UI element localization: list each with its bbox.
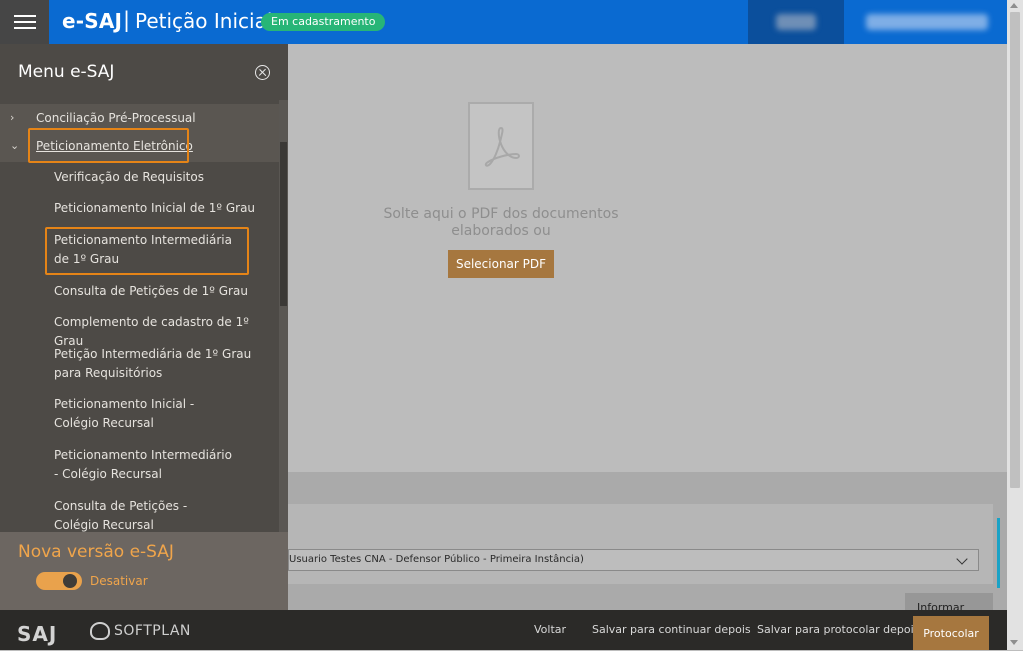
menu-list: › Conciliação Pré-Processual ⌄ Peticiona… xyxy=(0,100,279,532)
softplan-mark-icon xyxy=(90,622,110,640)
hamburger-icon-line xyxy=(13,15,36,17)
new-version-toggle[interactable] xyxy=(36,572,82,590)
user-select[interactable]: Usuario Testes CNA - Defensor Público - … xyxy=(288,549,979,571)
party-card: Usuario Testes CNA - Defensor Público - … xyxy=(288,504,993,584)
hamburger-icon-line xyxy=(13,21,36,23)
pdf-file-icon xyxy=(468,102,534,190)
page-title: Petição Inicial xyxy=(135,9,273,33)
sidebar-item-label: Conciliação Pré-Processual xyxy=(36,111,196,125)
chevron-down-icon xyxy=(956,553,968,565)
sidebar-item-peticionamento-intermediario-colegio[interactable]: Peticionamento Intermediário - Colégio R… xyxy=(0,446,279,486)
close-icon[interactable] xyxy=(255,65,270,80)
user-select-value: Usuario Testes CNA - Defensor Público - … xyxy=(289,554,584,565)
voltar-button[interactable]: Voltar xyxy=(534,610,566,650)
sidebar-item-label: Petição Intermediária de 1º Grau para Re… xyxy=(54,347,252,380)
scroll-down-arrow-icon[interactable] xyxy=(1010,640,1018,645)
sidebar-item-label: Consulta de Petições - Colégio Recursal xyxy=(54,499,188,532)
chevron-right-icon: › xyxy=(10,111,15,124)
sidebar-item-label: Peticionamento Intermediário - Colégio R… xyxy=(54,448,232,481)
toggle-label[interactable]: Desativar xyxy=(90,574,148,588)
highlight-box xyxy=(28,128,189,163)
main-content: Solte aqui o PDF dos documentos elaborad… xyxy=(288,44,1007,613)
brand-logo[interactable]: e-SAJ xyxy=(62,9,122,33)
page-scrollbar-thumb[interactable] xyxy=(1010,12,1020,488)
salvar-continuar-button[interactable]: Salvar para continuar depois xyxy=(592,610,751,650)
sidebar-item-peticao-requisitorios[interactable]: Petição Intermediária de 1º Grau para Re… xyxy=(0,345,279,385)
sidebar-item-consulta-peticoes-colegio[interactable]: Consulta de Petições - Colégio Recursal xyxy=(0,497,279,532)
softplan-logo: SOFTPLAN xyxy=(90,622,191,640)
hamburger-icon-line xyxy=(13,27,36,29)
blurred-user-menu[interactable] xyxy=(848,0,1007,44)
blurred-text xyxy=(866,14,988,30)
protocolar-button[interactable]: Protocolar xyxy=(913,616,989,650)
highlight-box xyxy=(45,227,249,275)
sidebar-scrollbar-thumb[interactable] xyxy=(280,142,287,306)
footer-bar: SAJ SOFTPLAN Voltar Salvar para continua… xyxy=(0,610,1007,650)
saj-logo: SAJ xyxy=(17,622,58,646)
blurred-header-button[interactable] xyxy=(748,0,844,44)
sidebar-menu: Menu e-SAJ › Conciliação Pré-Processual … xyxy=(0,44,288,610)
sidebar-title: Menu e-SAJ xyxy=(18,62,115,82)
title-separator: | xyxy=(123,8,131,32)
softplan-logo-text: SOFTPLAN xyxy=(114,623,191,639)
select-pdf-button[interactable]: Selecionar PDF xyxy=(448,250,554,278)
sidebar-item-label: Peticionamento Inicial - Colégio Recursa… xyxy=(54,397,195,430)
sidebar-item-label: Peticionamento Inicial de 1º Grau xyxy=(54,201,256,215)
new-version-title: Nova versão e-SAJ xyxy=(18,542,174,562)
top-bar: e-SAJ | Petição Inicial Em cadastramento xyxy=(0,0,1007,44)
lower-section: Usuario Testes CNA - Defensor Público - … xyxy=(288,472,1007,610)
chevron-down-icon: ⌄ xyxy=(10,139,20,152)
sidebar-item-label: Verificação de Requisitos xyxy=(54,170,204,184)
sidebar-item-label: Consulta de Petições de 1º Grau xyxy=(54,284,248,298)
acrobat-icon xyxy=(484,126,520,167)
hamburger-menu-button[interactable] xyxy=(0,0,49,44)
salvar-protocolar-button[interactable]: Salvar para protocolar depois xyxy=(757,610,919,650)
pdf-drop-zone-text: Solte aqui o PDF dos documentos elaborad… xyxy=(383,206,619,239)
cyan-indicator xyxy=(997,518,1000,588)
blurred-text xyxy=(776,14,816,30)
scroll-up-arrow-icon[interactable] xyxy=(1010,3,1018,8)
new-version-panel: Nova versão e-SAJ Desativar xyxy=(0,532,288,610)
status-badge: Em cadastramento xyxy=(261,13,386,31)
sidebar-item-peticionamento-inicial-colegio[interactable]: Peticionamento Inicial - Colégio Recursa… xyxy=(0,395,279,435)
